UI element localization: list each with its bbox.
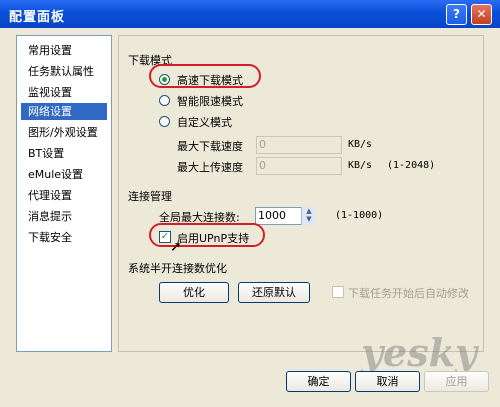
spin-up-icon[interactable]: ▲ bbox=[302, 207, 316, 215]
config-panel-window: 配置面板 ? ✕ 常用设置 任务默认属性 监视设置 网络设置 图形/外观设置 B… bbox=[0, 0, 500, 407]
sidebar-item-messages[interactable]: 消息提示 bbox=[21, 208, 107, 225]
sidebar-item-task-defaults[interactable]: 任务默认属性 bbox=[21, 63, 107, 80]
max-upload-input[interactable]: 0 bbox=[256, 157, 342, 175]
sidebar-item-monitor[interactable]: 监视设置 bbox=[21, 84, 107, 101]
cancel-button[interactable]: 取消 bbox=[355, 371, 420, 392]
connection-heading: 连接管理 bbox=[128, 190, 172, 203]
sidebar-item-download-security[interactable]: 下载安全 bbox=[21, 229, 107, 246]
sidebar-item-bt[interactable]: BT设置 bbox=[21, 145, 107, 162]
sidebar-item-appearance[interactable]: 图形/外观设置 bbox=[21, 124, 107, 141]
smart-limit-mode-radio[interactable] bbox=[159, 95, 170, 106]
sidebar-item-emule[interactable]: eMule设置 bbox=[21, 166, 107, 183]
network-settings-panel: 下载模式 高速下载模式 智能限速模式 自定义模式 最大下载速度 0 KB/s 最… bbox=[118, 35, 484, 352]
max-download-label: 最大下载速度 bbox=[177, 140, 243, 153]
smart-limit-mode-label[interactable]: 智能限速模式 bbox=[177, 93, 243, 109]
max-download-input[interactable]: 0 bbox=[256, 136, 342, 154]
help-button[interactable]: ? bbox=[446, 4, 467, 25]
mouse-cursor-icon: ➚ bbox=[170, 239, 182, 255]
custom-mode-label[interactable]: 自定义模式 bbox=[177, 114, 232, 130]
restore-default-button[interactable]: 还原默认 bbox=[238, 282, 310, 303]
max-connections-range: (1-1000) bbox=[335, 210, 384, 221]
yesky-watermark: yesky bbox=[360, 330, 477, 375]
custom-mode-radio[interactable] bbox=[159, 116, 170, 127]
max-download-unit: KB/s bbox=[348, 139, 373, 150]
optimize-button[interactable]: 优化 bbox=[159, 282, 229, 303]
ok-button[interactable]: 确定 bbox=[286, 371, 351, 392]
window-title: 配置面板 bbox=[9, 10, 66, 25]
max-upload-unit: KB/s bbox=[348, 160, 373, 171]
close-button[interactable]: ✕ bbox=[471, 4, 492, 25]
sidebar-item-proxy[interactable]: 代理设置 bbox=[21, 187, 107, 204]
max-upload-label: 最大上传速度 bbox=[177, 161, 243, 174]
title-bar[interactable]: 配置面板 ? ✕ bbox=[0, 0, 500, 28]
sidebar-item-network[interactable]: 网络设置 bbox=[21, 103, 107, 120]
apply-button[interactable]: 应用 bbox=[424, 371, 489, 392]
half-open-heading: 系统半开连接数优化 bbox=[128, 262, 227, 275]
highlight-ring-mode bbox=[149, 64, 261, 88]
max-connections-spinner[interactable]: ▲ ▼ bbox=[301, 207, 316, 225]
settings-nav: 常用设置 任务默认属性 监视设置 网络设置 图形/外观设置 BT设置 eMule… bbox=[16, 35, 112, 352]
max-upload-range: (1-2048) bbox=[387, 160, 436, 171]
highlight-ring-upnp bbox=[149, 223, 265, 247]
spin-down-icon[interactable]: ▼ bbox=[302, 215, 316, 223]
auto-modify-label: 下载任务开始后自动修改 bbox=[348, 287, 469, 300]
sidebar-item-common[interactable]: 常用设置 bbox=[21, 42, 107, 59]
auto-modify-checkbox[interactable] bbox=[332, 286, 344, 298]
